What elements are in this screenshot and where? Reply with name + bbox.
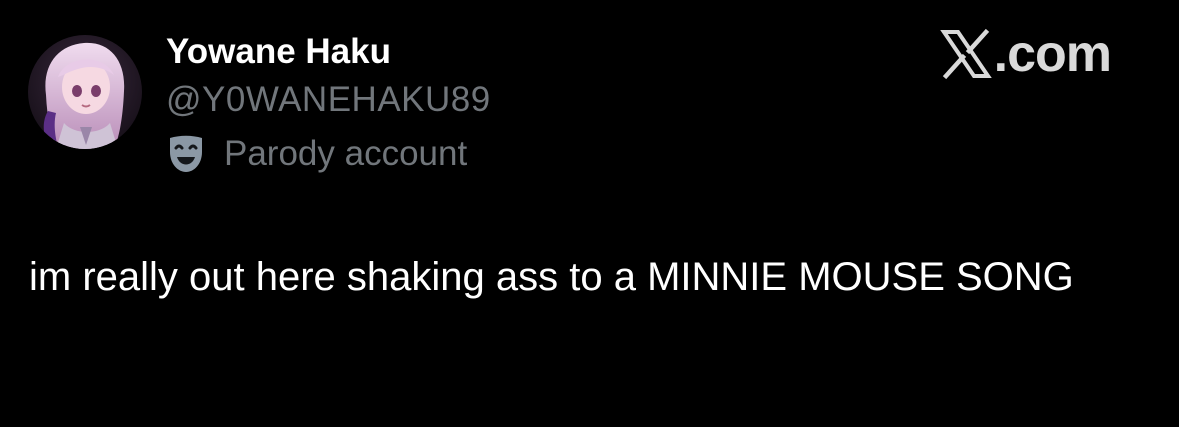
avatar-image [28, 35, 142, 149]
parody-label-row: Parody account [166, 133, 467, 175]
tweet-text: im really out here shaking ass to a MINN… [29, 255, 1074, 299]
avatar[interactable] [28, 35, 142, 149]
tweet-card: Yowane Haku @Y0WANEHAKU89 Parody account… [0, 0, 1179, 427]
theater-mask-icon [166, 134, 206, 174]
author-handle[interactable]: @Y0WANEHAKU89 [166, 80, 491, 120]
x-logo-icon [939, 28, 992, 80]
author-display-name[interactable]: Yowane Haku [166, 32, 391, 72]
brand-domain-text: .com [993, 25, 1112, 83]
parody-account-label: Parody account [224, 134, 468, 173]
x-brand-watermark: .com [939, 24, 1112, 84]
